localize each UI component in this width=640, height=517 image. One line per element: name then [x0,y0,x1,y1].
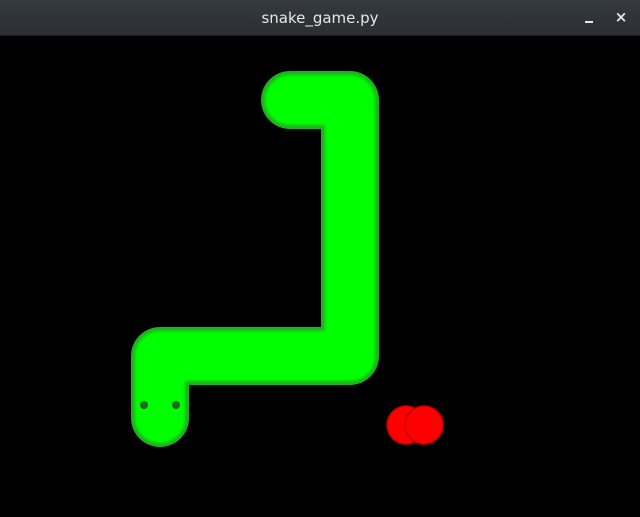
snake [131,71,379,447]
snake-eye-left [140,401,148,409]
game-board [131,71,444,447]
game-canvas[interactable] [0,36,640,517]
minimize-button[interactable] [577,6,601,30]
apple-right-lobe [404,405,444,445]
food-apple [386,405,444,445]
title-bar[interactable]: snake_game.py × [0,0,640,36]
minimize-icon [585,21,593,23]
close-button[interactable]: × [609,6,633,30]
game-window: snake_game.py × [0,0,640,517]
close-icon: × [614,8,628,26]
window-title: snake_game.py [261,9,379,27]
snake-eye-right [172,401,180,409]
